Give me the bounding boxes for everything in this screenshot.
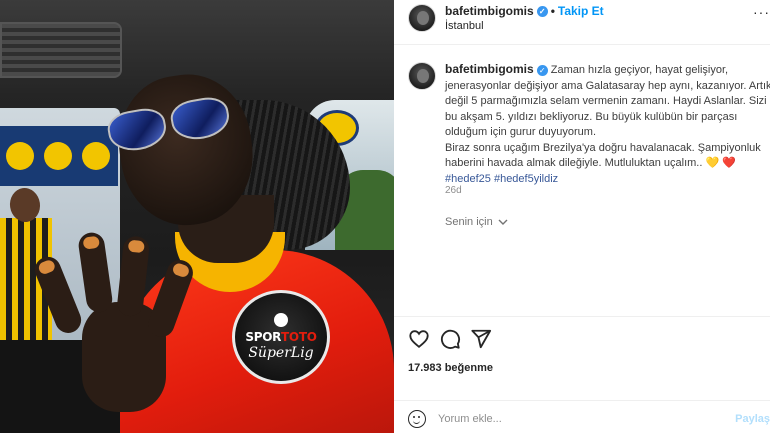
header-avatar[interactable] xyxy=(408,4,436,32)
post-caption: bafetimbigomis ✓ Zaman hızla geçiyor, hay… xyxy=(445,62,770,187)
caption-avatar[interactable] xyxy=(408,62,436,90)
hashtag-link[interactable]: #hedef25 xyxy=(445,173,491,185)
caption-line: jenerasyonlar değişiyor ama Galatasaray … xyxy=(445,79,770,92)
patch-text-toto: TOTO xyxy=(281,330,317,344)
post-location[interactable]: İstanbul xyxy=(445,20,484,32)
caption-line: değil 5 parmağımızla selam vermenin zama… xyxy=(445,95,767,107)
post-time[interactable]: 26d xyxy=(445,185,462,196)
comment-bar: Paylaş xyxy=(394,402,770,433)
translation-label: Senin için xyxy=(445,216,493,228)
super-lig-patch: SPORTOTO SüperLig xyxy=(232,290,330,384)
player-hand xyxy=(30,230,197,422)
caption-username[interactable]: bafetimbigomis xyxy=(445,62,534,76)
comment-divider xyxy=(394,400,770,401)
caption-emojis: 💛 ❤️ xyxy=(705,157,736,169)
comment-input[interactable] xyxy=(438,408,738,430)
more-options-icon[interactable]: ··· xyxy=(753,4,770,20)
post-header: bafetimbigomis ✓ • Takip Et xyxy=(445,4,604,18)
likes-count[interactable]: 17.983 beğenme xyxy=(408,362,493,374)
header-separator: • xyxy=(550,4,555,18)
follow-button[interactable]: Takip Et xyxy=(558,4,604,18)
caption-line: Biraz sonra uçağım Brezilya'ya doğru hav… xyxy=(445,141,761,154)
header-divider xyxy=(394,44,770,45)
patch-text-spor: SPOR xyxy=(245,330,282,344)
post-photo[interactable]: SPORTOTO SüperLig xyxy=(0,0,394,433)
share-icon[interactable] xyxy=(470,328,492,350)
football-icon xyxy=(274,313,288,327)
header-username[interactable]: bafetimbigomis xyxy=(445,4,534,18)
translation-toggle[interactable]: Senin için xyxy=(445,216,508,228)
hashtag-link[interactable]: #hedef5yildiz xyxy=(494,173,558,185)
verified-badge-icon: ✓ xyxy=(536,64,548,76)
caption-line: olduğum için gurur duyuyorum. xyxy=(445,126,597,138)
verified-badge-icon: ✓ xyxy=(536,6,548,18)
like-icon[interactable] xyxy=(408,328,430,350)
caption-line: Zaman hızla geçiyor, hayat gelişiyor, xyxy=(550,64,729,76)
chevron-down-icon xyxy=(498,219,508,226)
post-details-panel: bafetimbigomis ✓ • Takip Et İstanbul ··· ba… xyxy=(394,0,770,433)
post-comment-button[interactable]: Paylaş xyxy=(735,413,770,425)
car-vent xyxy=(0,22,122,78)
emoji-icon[interactable] xyxy=(408,410,426,428)
patch-text-superlig: SüperLig xyxy=(248,345,314,361)
actions-divider xyxy=(394,316,770,317)
background-sign xyxy=(0,126,118,186)
caption-line: haberini havada almak dileğiyle. Mutlulu… xyxy=(445,157,703,169)
caption-line: bu akşam 5. yıldızı bekliyoruz. Bu büyük… xyxy=(445,110,738,123)
comment-icon[interactable] xyxy=(439,328,461,350)
